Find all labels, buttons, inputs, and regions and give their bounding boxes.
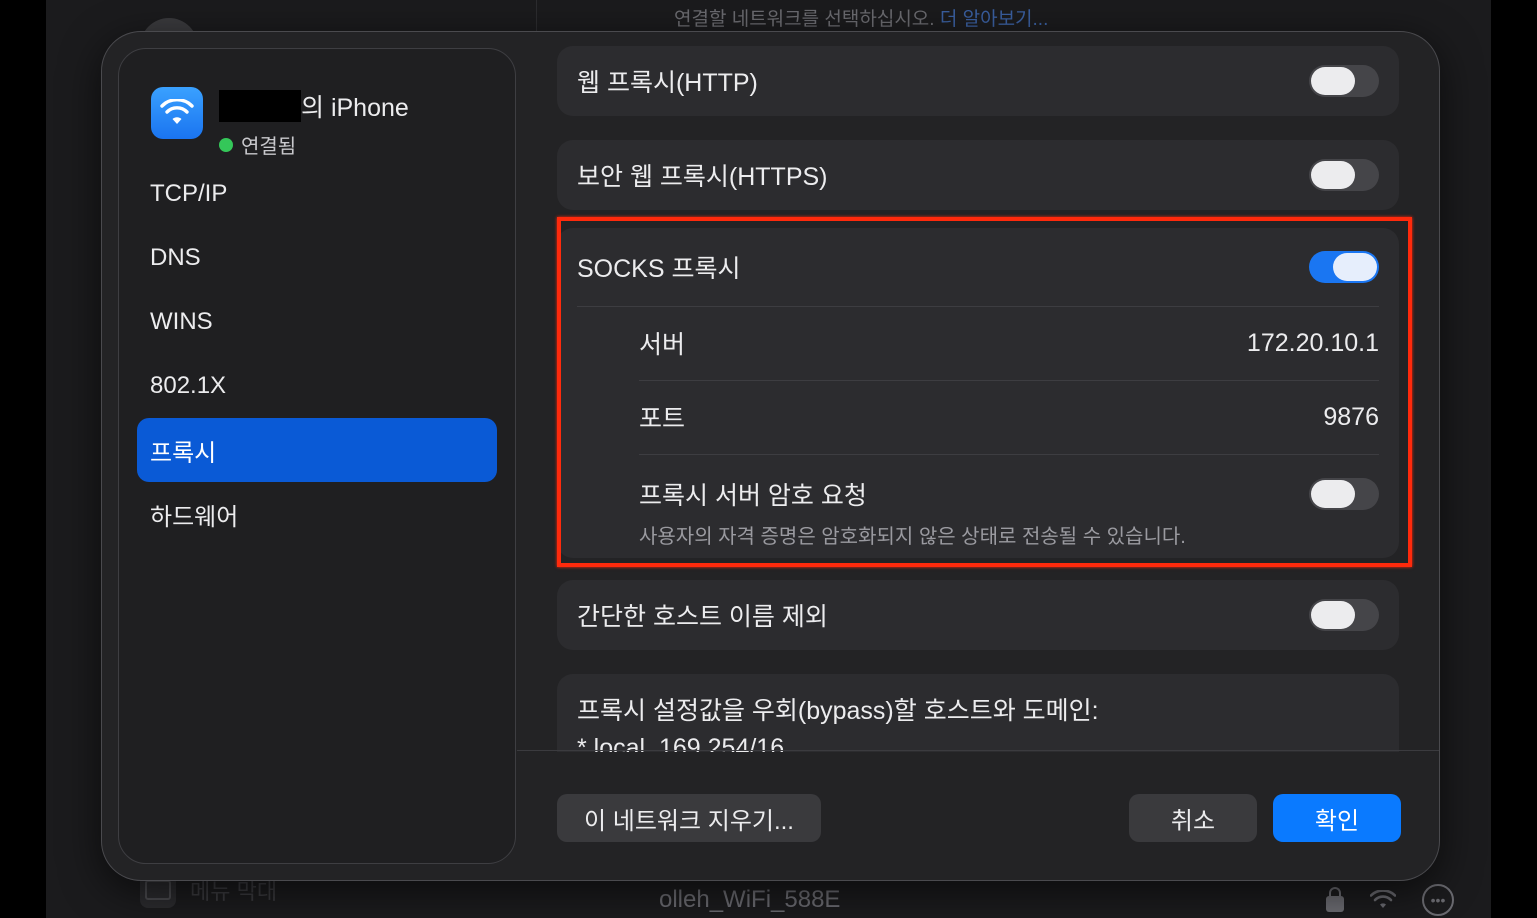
sheet-sidebar: 의 iPhone 연결됨 TCP/IP DNS WINS 802.1X 프록시 … (118, 48, 516, 864)
socks-proxy-card: SOCKS 프록시 서버 172.20.10.1 포트 9876 프록시 서버 … (557, 228, 1399, 558)
sheet-footer: 이 네트워크 지우기... 취소 확인 (517, 750, 1439, 880)
sidebar-nav: TCP/IP DNS WINS 802.1X 프록시 하드웨어 (137, 162, 497, 546)
connection-status-label: 연결됨 (241, 136, 297, 158)
exclude-simple-hostnames-label: 간단한 호스트 이름 제외 (577, 603, 828, 631)
password-note: 사용자의 자격 증명은 암호화되지 않은 상태로 전송될 수 있습니다. (639, 526, 1186, 548)
exclude-simple-hostnames-card: 간단한 호스트 이름 제외 (557, 580, 1399, 650)
port-value-field[interactable]: 9876 (1323, 403, 1379, 432)
https-proxy-card: 보안 웹 프록시(HTTPS) (557, 140, 1399, 210)
sidebar-item-dns[interactable]: DNS (137, 226, 497, 290)
password-required-label: 프록시 서버 암호 요청 (639, 482, 867, 510)
wifi-icon (1370, 890, 1396, 908)
http-proxy-toggle[interactable] (1309, 65, 1379, 97)
https-proxy-label: 보안 웹 프록시(HTTPS) (577, 163, 828, 191)
background-hint: 연결할 네트워크를 선택하십시오. 더 알아보기... (674, 4, 1048, 31)
exclude-simple-hostnames-toggle[interactable] (1309, 599, 1379, 631)
socks-proxy-toggle[interactable] (1309, 251, 1379, 283)
ok-button[interactable]: 확인 (1273, 794, 1401, 842)
http-proxy-card: 웹 프록시(HTTP) (557, 46, 1399, 116)
bypass-hosts-label: 프록시 설정값을 우회(bypass)할 호스트와 도메인: (577, 697, 1099, 725)
wifi-icon (151, 87, 203, 139)
password-required-toggle[interactable] (1309, 478, 1379, 510)
connection-status: 연결됨 (219, 130, 409, 159)
sidebar-item-8021x[interactable]: 802.1X (137, 354, 497, 418)
sidebar-item-hardware[interactable]: 하드웨어 (137, 482, 497, 546)
background-network-name: olleh_WiFi_588E (659, 886, 841, 913)
network-details-sheet: 의 iPhone 연결됨 TCP/IP DNS WINS 802.1X 프록시 … (101, 31, 1440, 881)
network-header: 의 iPhone 연결됨 (151, 87, 409, 159)
http-proxy-label: 웹 프록시(HTTP) (577, 69, 758, 97)
port-label: 포트 (639, 405, 686, 433)
sidebar-item-wins[interactable]: WINS (137, 290, 497, 354)
bypass-hosts-card: 프록시 설정값을 우회(bypass)할 호스트와 도메인: *.local, … (557, 674, 1399, 752)
network-name: 의 iPhone (219, 88, 409, 124)
server-value-field[interactable]: 172.20.10.1 (1247, 329, 1379, 358)
hint-text: 연결할 네트워크를 선택하십시오. (674, 9, 935, 30)
connected-dot-icon (219, 137, 233, 152)
learn-more-link[interactable]: 더 알아보기... (940, 9, 1049, 30)
socks-proxy-label: SOCKS 프록시 (577, 255, 741, 283)
sidebar-item-tcpip[interactable]: TCP/IP (137, 162, 497, 226)
server-label: 서버 (639, 331, 686, 359)
sidebar-item-proxy[interactable]: 프록시 (137, 418, 497, 482)
more-icon[interactable]: ••• (1422, 884, 1454, 916)
background-network-icons: ••• (1326, 884, 1454, 916)
https-proxy-toggle[interactable] (1309, 159, 1379, 191)
lock-icon (1326, 887, 1344, 912)
proxy-settings-pane: 웹 프록시(HTTP) 보안 웹 프록시(HTTPS) SOCKS 프록시 서버… (557, 32, 1399, 752)
cancel-button[interactable]: 취소 (1129, 794, 1257, 842)
forget-network-button[interactable]: 이 네트워크 지우기... (557, 794, 821, 842)
redacted-name (219, 90, 301, 122)
network-name-suffix: 의 iPhone (301, 94, 409, 122)
